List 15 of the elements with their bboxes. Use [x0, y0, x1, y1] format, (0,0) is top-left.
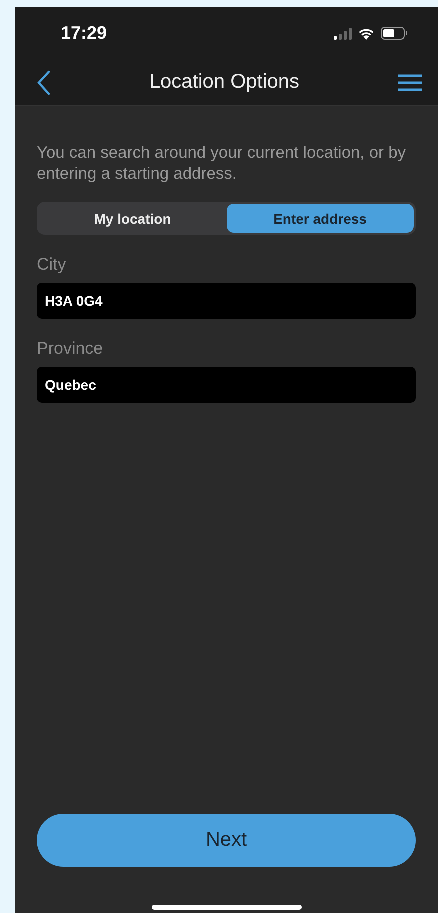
- nav-title: Location Options: [149, 71, 300, 94]
- field-label: Province: [37, 339, 104, 359]
- battery-icon: [381, 27, 408, 40]
- next-button[interactable]: Next: [37, 814, 416, 867]
- input-field[interactable]: Quebec: [37, 367, 416, 403]
- intro-text: You can search around your current location, or by entering a starting address.: [37, 143, 408, 185]
- wifi-icon: [358, 28, 375, 40]
- segment-tab[interactable]: Enter address: [226, 204, 414, 233]
- back-icon[interactable]: [37, 70, 51, 96]
- signal-icon: [334, 28, 352, 40]
- status-time: 17:29: [61, 23, 108, 44]
- menu-icon[interactable]: [398, 74, 422, 92]
- segment-tab[interactable]: My location: [39, 204, 226, 233]
- input-field[interactable]: H3A 0G4: [37, 283, 416, 319]
- field-label: City: [37, 255, 68, 275]
